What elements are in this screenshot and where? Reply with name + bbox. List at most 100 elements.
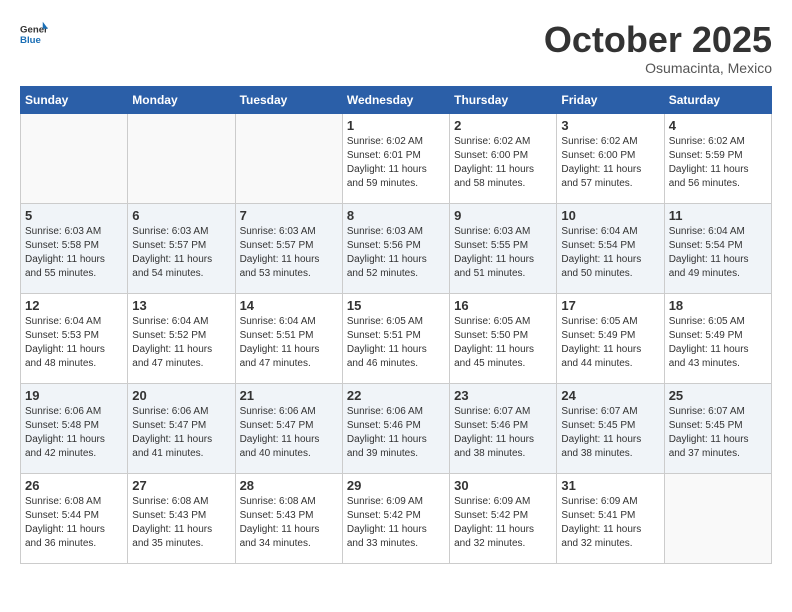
- day-number: 5: [25, 208, 123, 223]
- calendar-cell: [21, 113, 128, 203]
- calendar-cell: 2Sunrise: 6:02 AM Sunset: 6:00 PM Daylig…: [450, 113, 557, 203]
- day-info: Sunrise: 6:09 AM Sunset: 5:42 PM Dayligh…: [454, 495, 552, 551]
- day-info: Sunrise: 6:06 AM Sunset: 5:48 PM Dayligh…: [25, 405, 123, 461]
- location: Osumacinta, Mexico: [544, 60, 772, 76]
- day-number: 24: [561, 388, 659, 403]
- calendar-cell: 20Sunrise: 6:06 AM Sunset: 5:47 PM Dayli…: [128, 383, 235, 473]
- calendar-cell: 1Sunrise: 6:02 AM Sunset: 6:01 PM Daylig…: [342, 113, 449, 203]
- svg-text:Blue: Blue: [20, 35, 41, 46]
- calendar-cell: 12 Sunrise: 6:04 AM Sunset: 5:53 PM Dayli…: [21, 293, 128, 383]
- week-row-3: 12 Sunrise: 6:04 AM Sunset: 5:53 PM Dayli…: [21, 293, 772, 383]
- week-row-5: 26 Sunrise: 6:08 AM Sunset: 5:44 PM Dayli…: [21, 473, 772, 563]
- calendar-cell: 28 Sunrise: 6:08 AM Sunset: 5:43 PM Dayli…: [235, 473, 342, 563]
- weekday-saturday: Saturday: [664, 86, 771, 113]
- day-info: Sunrise: 6:07 AM Sunset: 5:45 PM Dayligh…: [669, 405, 767, 461]
- weekday-sunday: Sunday: [21, 86, 128, 113]
- calendar-cell: 5 Sunrise: 6:03 AM Sunset: 5:58 PM Daylig…: [21, 203, 128, 293]
- day-info: Sunrise: 6:09 AM Sunset: 5:41 PM Dayligh…: [561, 495, 659, 551]
- logo: General Blue: [20, 20, 48, 48]
- calendar-cell: 11 Sunrise: 6:04 AM Sunset: 5:54 PM Dayli…: [664, 203, 771, 293]
- logo-icon: General Blue: [20, 20, 48, 48]
- day-info: Sunrise: 6:04 AM Sunset: 5:54 PM Dayligh…: [669, 225, 767, 281]
- day-info: Sunrise: 6:07 AM Sunset: 5:46 PM Dayligh…: [454, 405, 552, 461]
- calendar-cell: 17Sunrise: 6:05 AM Sunset: 5:49 PM Dayli…: [557, 293, 664, 383]
- day-number: 22: [347, 388, 445, 403]
- day-info: Sunrise: 6:02 AM Sunset: 6:01 PM Dayligh…: [347, 135, 445, 191]
- calendar-cell: [128, 113, 235, 203]
- weekday-tuesday: Tuesday: [235, 86, 342, 113]
- calendar-table: SundayMondayTuesdayWednesdayThursdayFrid…: [20, 86, 772, 564]
- day-info: Sunrise: 6:08 AM Sunset: 5:43 PM Dayligh…: [132, 495, 230, 551]
- day-number: 26: [25, 478, 123, 493]
- day-info: Sunrise: 6:03 AM Sunset: 5:56 PM Dayligh…: [347, 225, 445, 281]
- day-number: 27: [132, 478, 230, 493]
- day-info: Sunrise: 6:08 AM Sunset: 5:43 PM Dayligh…: [240, 495, 338, 551]
- weekday-header-row: SundayMondayTuesdayWednesdayThursdayFrid…: [21, 86, 772, 113]
- day-info: Sunrise: 6:04 AM Sunset: 5:53 PM Dayligh…: [25, 315, 123, 371]
- day-number: 4: [669, 118, 767, 133]
- calendar-cell: 27 Sunrise: 6:08 AM Sunset: 5:43 PM Dayli…: [128, 473, 235, 563]
- calendar-cell: [235, 113, 342, 203]
- day-number: 15: [347, 298, 445, 313]
- calendar-cell: 21 Sunrise: 6:06 AM Sunset: 5:47 PM Dayli…: [235, 383, 342, 473]
- day-info: Sunrise: 6:02 AM Sunset: 6:00 PM Dayligh…: [454, 135, 552, 191]
- day-number: 8: [347, 208, 445, 223]
- week-row-1: 1Sunrise: 6:02 AM Sunset: 6:01 PM Daylig…: [21, 113, 772, 203]
- calendar-body: 1Sunrise: 6:02 AM Sunset: 6:01 PM Daylig…: [21, 113, 772, 563]
- day-number: 31: [561, 478, 659, 493]
- day-info: Sunrise: 6:09 AM Sunset: 5:42 PM Dayligh…: [347, 495, 445, 551]
- weekday-thursday: Thursday: [450, 86, 557, 113]
- calendar-cell: 6 Sunrise: 6:03 AM Sunset: 5:57 PM Daylig…: [128, 203, 235, 293]
- day-info: Sunrise: 6:04 AM Sunset: 5:51 PM Dayligh…: [240, 315, 338, 371]
- day-info: Sunrise: 6:05 AM Sunset: 5:49 PM Dayligh…: [669, 315, 767, 371]
- day-number: 6: [132, 208, 230, 223]
- day-info: Sunrise: 6:03 AM Sunset: 5:58 PM Dayligh…: [25, 225, 123, 281]
- title-block: October 2025 Osumacinta, Mexico: [544, 20, 772, 76]
- calendar-cell: 9 Sunrise: 6:03 AM Sunset: 5:55 PM Daylig…: [450, 203, 557, 293]
- calendar-cell: 15 Sunrise: 6:05 AM Sunset: 5:51 PM Dayli…: [342, 293, 449, 383]
- calendar-cell: 23 Sunrise: 6:07 AM Sunset: 5:46 PM Dayli…: [450, 383, 557, 473]
- day-number: 23: [454, 388, 552, 403]
- day-info: Sunrise: 6:03 AM Sunset: 5:57 PM Dayligh…: [132, 225, 230, 281]
- calendar-cell: 10 Sunrise: 6:04 AM Sunset: 5:54 PM Dayli…: [557, 203, 664, 293]
- calendar-cell: 18 Sunrise: 6:05 AM Sunset: 5:49 PM Dayli…: [664, 293, 771, 383]
- day-number: 30: [454, 478, 552, 493]
- day-number: 25: [669, 388, 767, 403]
- day-info: Sunrise: 6:05 AM Sunset: 5:51 PM Dayligh…: [347, 315, 445, 371]
- page-header: General Blue October 2025 Osumacinta, Me…: [20, 20, 772, 76]
- calendar-cell: 14 Sunrise: 6:04 AM Sunset: 5:51 PM Dayli…: [235, 293, 342, 383]
- day-number: 21: [240, 388, 338, 403]
- day-number: 10: [561, 208, 659, 223]
- day-info: Sunrise: 6:06 AM Sunset: 5:46 PM Dayligh…: [347, 405, 445, 461]
- day-info: Sunrise: 6:07 AM Sunset: 5:45 PM Dayligh…: [561, 405, 659, 461]
- day-info: Sunrise: 6:04 AM Sunset: 5:54 PM Dayligh…: [561, 225, 659, 281]
- calendar-cell: 7Sunrise: 6:03 AM Sunset: 5:57 PM Daylig…: [235, 203, 342, 293]
- day-info: Sunrise: 6:04 AM Sunset: 5:52 PM Dayligh…: [132, 315, 230, 371]
- day-number: 19: [25, 388, 123, 403]
- day-info: Sunrise: 6:03 AM Sunset: 5:55 PM Dayligh…: [454, 225, 552, 281]
- day-number: 28: [240, 478, 338, 493]
- day-number: 14: [240, 298, 338, 313]
- day-number: 16: [454, 298, 552, 313]
- calendar-cell: 22 Sunrise: 6:06 AM Sunset: 5:46 PM Dayli…: [342, 383, 449, 473]
- day-info: Sunrise: 6:02 AM Sunset: 6:00 PM Dayligh…: [561, 135, 659, 191]
- day-number: 9: [454, 208, 552, 223]
- day-number: 11: [669, 208, 767, 223]
- day-info: Sunrise: 6:06 AM Sunset: 5:47 PM Dayligh…: [240, 405, 338, 461]
- calendar-cell: 3Sunrise: 6:02 AM Sunset: 6:00 PM Daylig…: [557, 113, 664, 203]
- day-number: 18: [669, 298, 767, 313]
- day-info: Sunrise: 6:05 AM Sunset: 5:49 PM Dayligh…: [561, 315, 659, 371]
- week-row-2: 5 Sunrise: 6:03 AM Sunset: 5:58 PM Daylig…: [21, 203, 772, 293]
- day-number: 7: [240, 208, 338, 223]
- day-number: 20: [132, 388, 230, 403]
- calendar-cell: 26 Sunrise: 6:08 AM Sunset: 5:44 PM Dayli…: [21, 473, 128, 563]
- calendar-cell: 29Sunrise: 6:09 AM Sunset: 5:42 PM Dayli…: [342, 473, 449, 563]
- day-info: Sunrise: 6:08 AM Sunset: 5:44 PM Dayligh…: [25, 495, 123, 551]
- calendar-cell: 13Sunrise: 6:04 AM Sunset: 5:52 PM Dayli…: [128, 293, 235, 383]
- day-info: Sunrise: 6:02 AM Sunset: 5:59 PM Dayligh…: [669, 135, 767, 191]
- weekday-friday: Friday: [557, 86, 664, 113]
- calendar-cell: 30 Sunrise: 6:09 AM Sunset: 5:42 PM Dayli…: [450, 473, 557, 563]
- day-number: 12: [25, 298, 123, 313]
- calendar-cell: 16Sunrise: 6:05 AM Sunset: 5:50 PM Dayli…: [450, 293, 557, 383]
- weekday-monday: Monday: [128, 86, 235, 113]
